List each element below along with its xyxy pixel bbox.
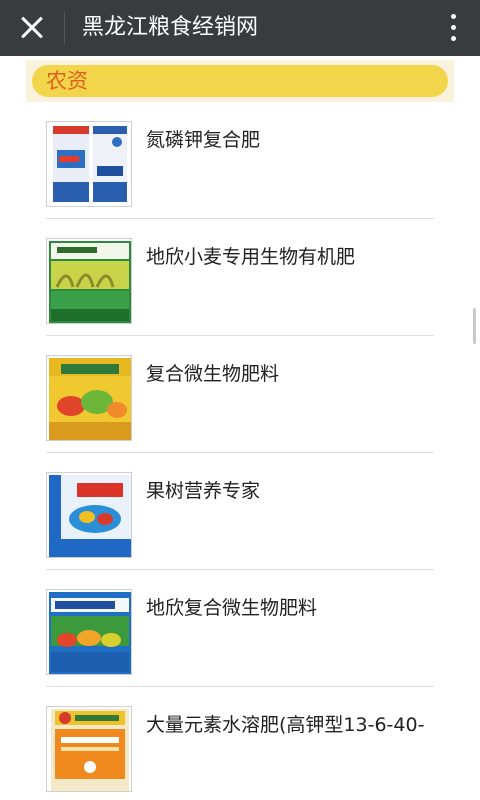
page-title: 黑龙江粮食经销网 <box>82 15 259 40</box>
section-label: 农资 <box>46 69 88 93</box>
product-title: 复合微生物肥料 <box>146 363 280 385</box>
product-title: 果树营养专家 <box>146 480 261 502</box>
list-item[interactable]: 地欣复合微生物肥料 <box>0 570 480 687</box>
list-item[interactable]: 大量元素水溶肥(高钾型13-6-40- <box>0 687 480 800</box>
list-item[interactable]: 氮磷钾复合肥 <box>0 102 480 219</box>
list-item[interactable]: 果树营养专家 <box>0 453 480 570</box>
product-image <box>46 238 132 324</box>
close-icon[interactable] <box>14 10 50 46</box>
section-pill: 农资 <box>32 65 448 97</box>
list-item[interactable]: 复合微生物肥料 <box>0 336 480 453</box>
title-separator <box>64 12 65 44</box>
product-image <box>46 121 132 207</box>
product-title: 氮磷钾复合肥 <box>146 129 261 151</box>
list-item[interactable]: 地欣小麦专用生物有机肥 <box>0 219 480 336</box>
product-title: 地欣复合微生物肥料 <box>146 597 318 619</box>
product-image <box>46 589 132 675</box>
product-title: 地欣小麦专用生物有机肥 <box>146 246 356 268</box>
scrollbar[interactable] <box>473 308 476 344</box>
product-title: 大量元素水溶肥(高钾型13-6-40- <box>146 714 425 736</box>
product-list: 氮磷钾复合肥 地欣小麦专用生物有机肥 复合微生物肥料 果树营养专家 地欣复合微生… <box>0 102 480 800</box>
product-image <box>46 355 132 441</box>
product-image <box>46 472 132 558</box>
more-vertical-icon[interactable] <box>450 12 458 44</box>
product-image <box>46 706 132 792</box>
title-bar: 黑龙江粮食经销网 <box>0 0 480 56</box>
section-header: 农资 <box>26 60 454 102</box>
